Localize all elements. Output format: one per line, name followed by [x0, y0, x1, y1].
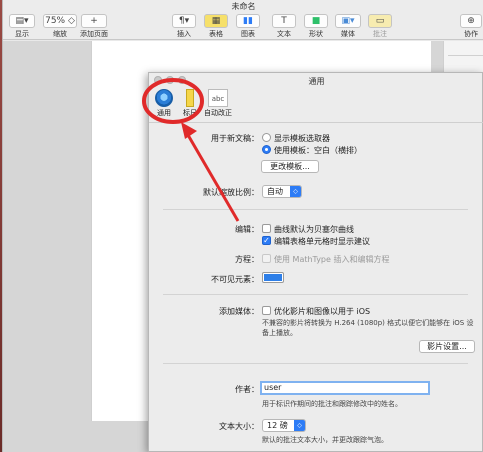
media-label: 添加媒体： — [219, 307, 259, 316]
inspector-divider — [448, 55, 483, 56]
toolbar-zoom[interactable]: 75% ◇ 缩放 — [43, 14, 77, 39]
abc-icon: abc — [208, 89, 228, 107]
preferences-body: 用于新文稿： 显示模板选取器 使用模板：空白（横排） 更改模板... 默认缩放比… — [149, 123, 483, 452]
author-label: 作者： — [235, 385, 259, 394]
tab-rulers-label: 标尺 — [183, 109, 197, 117]
default-zoom-value: 自动 — [267, 187, 283, 196]
preferences-window: 通用 通用 标尺 abc 自动改正 用于新文稿： 显示模板选取器 使用模板：空白… — [148, 72, 483, 452]
zoom-value: 75% — [45, 16, 66, 26]
media-icon: ▣▾ — [335, 14, 361, 28]
sidebar-icon: ▤▾ — [9, 14, 35, 28]
toolbar-chart-label: 图表 — [241, 30, 255, 38]
comment-icon: ▭ — [368, 14, 392, 28]
toolbar: ▤▾ 显示 75% ◇ 缩放 + 添加页面 ¶▾ 插入 ▦ 表格 ▮▮ 图表 T… — [3, 12, 483, 40]
editing-label: 编辑： — [235, 225, 259, 234]
toolbar-chart[interactable]: ▮▮ 图表 — [235, 14, 261, 39]
section-divider — [163, 363, 468, 364]
toolbar-table[interactable]: ▦ 表格 — [203, 14, 229, 39]
bezier-label: 曲线默认为贝塞尔曲线 — [274, 225, 354, 234]
use-template-label: 使用模板：空白（横排） — [274, 146, 362, 155]
toolbar-insert[interactable]: ¶▾ 插入 — [171, 14, 197, 39]
gear-icon — [155, 89, 173, 107]
table-hints-checkbox[interactable]: ✓ — [262, 236, 271, 245]
invisibles-label: 不可见元素： — [211, 275, 259, 284]
text-size-note: 默认的批注文本大小，并更改跟踪气泡。 — [262, 436, 388, 444]
toolbar-comment-label: 批注 — [373, 30, 387, 38]
mathtype-label: 使用 MathType 插入和编辑方程 — [274, 255, 390, 264]
author-field[interactable]: user — [260, 381, 430, 395]
author-note: 用于标识作期间的批注和跟踪修改中的姓名。 — [262, 400, 402, 408]
tab-autocorrect[interactable]: abc 自动改正 — [201, 89, 235, 118]
chart-icon: ▮▮ — [236, 14, 260, 28]
tab-general-label: 通用 — [157, 109, 171, 117]
chevron-down-icon: ◇ — [290, 186, 301, 197]
optimize-ios-label: 优化影片和图像以用于 iOS — [274, 307, 371, 316]
change-template-button[interactable]: 更改模板... — [261, 160, 319, 173]
plus-icon: + — [81, 14, 107, 28]
toolbar-add-page[interactable]: + 添加页面 — [79, 14, 109, 39]
text-size-value: 12 磅 — [267, 421, 288, 430]
collaborate-icon: ⊕ — [460, 14, 482, 28]
toolbar-media-label: 媒体 — [341, 30, 355, 38]
text-size-label: 文本大小： — [219, 422, 259, 431]
ruler-icon — [186, 89, 194, 107]
table-hints-label: 编辑表格单元格时显示建议 — [274, 237, 370, 246]
default-zoom-select[interactable]: 自动 ◇ — [262, 185, 302, 198]
media-note: 不兼容的影片将转换为 H.264 (1080p) 格式以便它们能够在 iOS 设… — [262, 319, 474, 337]
show-template-label: 显示模板选取器 — [274, 134, 330, 143]
toolbar-insert-label: 插入 — [177, 30, 191, 38]
toolbar-comment[interactable]: ▭ 批注 — [367, 14, 393, 39]
zoom-label: 默认缩放比例： — [203, 188, 259, 197]
text-size-select[interactable]: 12 磅 ◇ — [262, 419, 306, 432]
toolbar-zoom-label: 缩放 — [53, 30, 67, 38]
show-template-radio[interactable] — [262, 133, 271, 142]
equation-label: 方程： — [235, 255, 259, 264]
text-icon: T — [272, 14, 296, 28]
use-template-radio[interactable] — [262, 145, 271, 154]
tab-autocorrect-label: 自动改正 — [204, 109, 232, 117]
new-doc-label: 用于新文稿： — [211, 134, 259, 143]
tab-general[interactable]: 通用 — [151, 89, 177, 118]
table-icon: ▦ — [204, 14, 228, 28]
toolbar-text-label: 文本 — [277, 30, 291, 38]
preferences-title: 通用 — [308, 77, 325, 86]
toolbar-view-label: 显示 — [15, 30, 29, 38]
section-divider — [163, 294, 468, 295]
window-titlebar: 未命名 — [3, 0, 483, 12]
bezier-checkbox[interactable] — [262, 224, 271, 233]
toolbar-table-label: 表格 — [209, 30, 223, 38]
toolbar-collaborate-label: 协作 — [464, 30, 478, 38]
toolbar-shape[interactable]: ■ 形状 — [303, 14, 329, 39]
chevron-down-icon: ◇ — [294, 420, 305, 431]
zoom-select[interactable]: 75% ◇ — [43, 14, 77, 28]
section-divider — [163, 209, 468, 210]
tab-rulers[interactable]: 标尺 — [177, 89, 203, 118]
mathtype-checkbox[interactable] — [262, 254, 271, 263]
movie-settings-button[interactable]: 影片设置... — [419, 340, 475, 353]
toolbar-shape-label: 形状 — [309, 30, 323, 38]
toolbar-text[interactable]: T 文本 — [271, 14, 297, 39]
toolbar-media[interactable]: ▣▾ 媒体 — [335, 14, 361, 39]
shape-icon: ■ — [304, 14, 328, 28]
toolbar-view[interactable]: ▤▾ 显示 — [9, 14, 35, 39]
color-swatch — [264, 274, 282, 281]
toolbar-add-page-label: 添加页面 — [80, 30, 108, 38]
invisibles-color-well[interactable] — [262, 272, 284, 283]
toolbar-collaborate[interactable]: ⊕ 协作 — [459, 14, 483, 39]
preferences-tabs: 通用 标尺 abc 自动改正 — [149, 87, 483, 123]
paragraph-icon: ¶▾ — [172, 14, 196, 28]
optimize-ios-checkbox[interactable] — [262, 306, 271, 315]
window-title: 未命名 — [231, 2, 256, 11]
